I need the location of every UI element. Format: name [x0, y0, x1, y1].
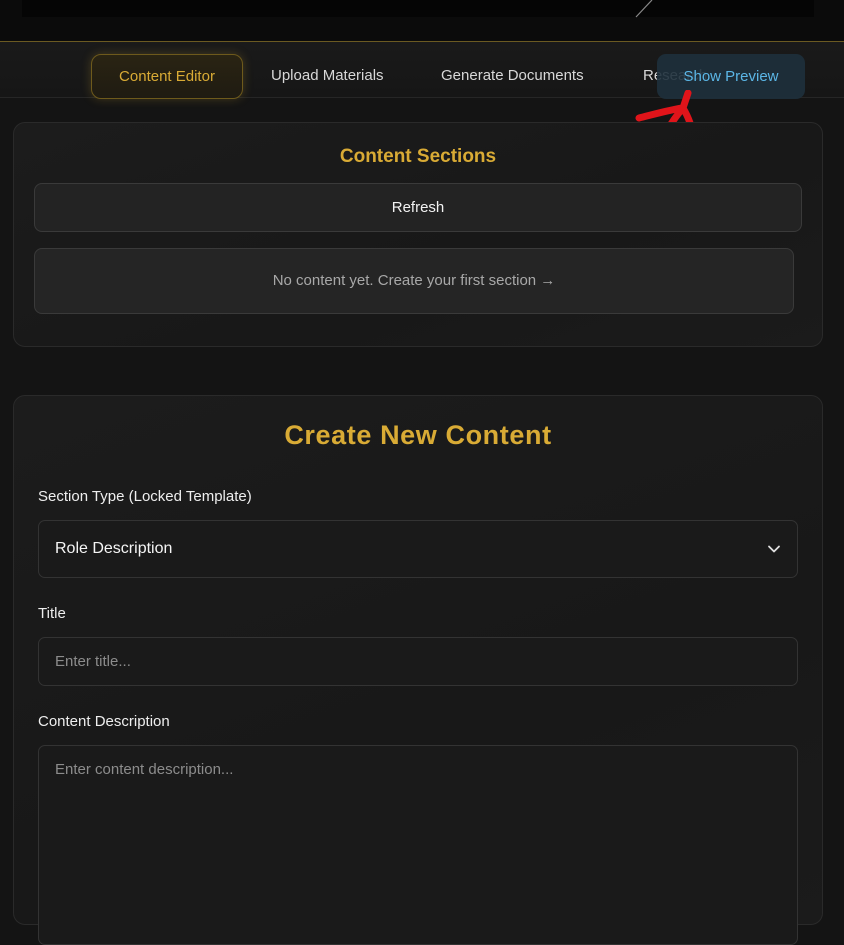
section-type-select[interactable]: Role Description	[38, 520, 798, 578]
top-strip	[0, 0, 844, 42]
description-placeholder: Enter content description...	[55, 761, 234, 778]
empty-state-message[interactable]: No content yet. Create your first sectio…	[34, 248, 794, 314]
content-description-label: Content Description	[38, 713, 170, 730]
tab-upload-materials[interactable]: Upload Materials	[271, 54, 384, 98]
content-sections-title: Content Sections	[339, 146, 497, 167]
refresh-button[interactable]: Refresh	[34, 183, 802, 232]
create-content-card: Create New Content Section Type (Locked …	[13, 395, 823, 945]
section-type-value: Role Description	[55, 540, 173, 557]
top-strip-line	[635, 0, 653, 18]
tab-generate-documents[interactable]: Generate Documents	[441, 54, 584, 98]
tab-content-editor[interactable]: Content Editor	[91, 54, 243, 99]
chevron-down-icon	[768, 545, 780, 553]
title-input[interactable]: Enter title...	[38, 637, 798, 686]
section-type-label: Section Type (Locked Template)	[38, 488, 252, 505]
content-description-textarea[interactable]: Enter content description...	[38, 745, 798, 945]
content-sections-card: Content Sections Refresh No content yet.…	[13, 122, 823, 347]
title-label: Title	[38, 605, 66, 622]
title-placeholder: Enter title...	[55, 653, 131, 670]
create-content-title: Create New Content	[284, 420, 552, 450]
